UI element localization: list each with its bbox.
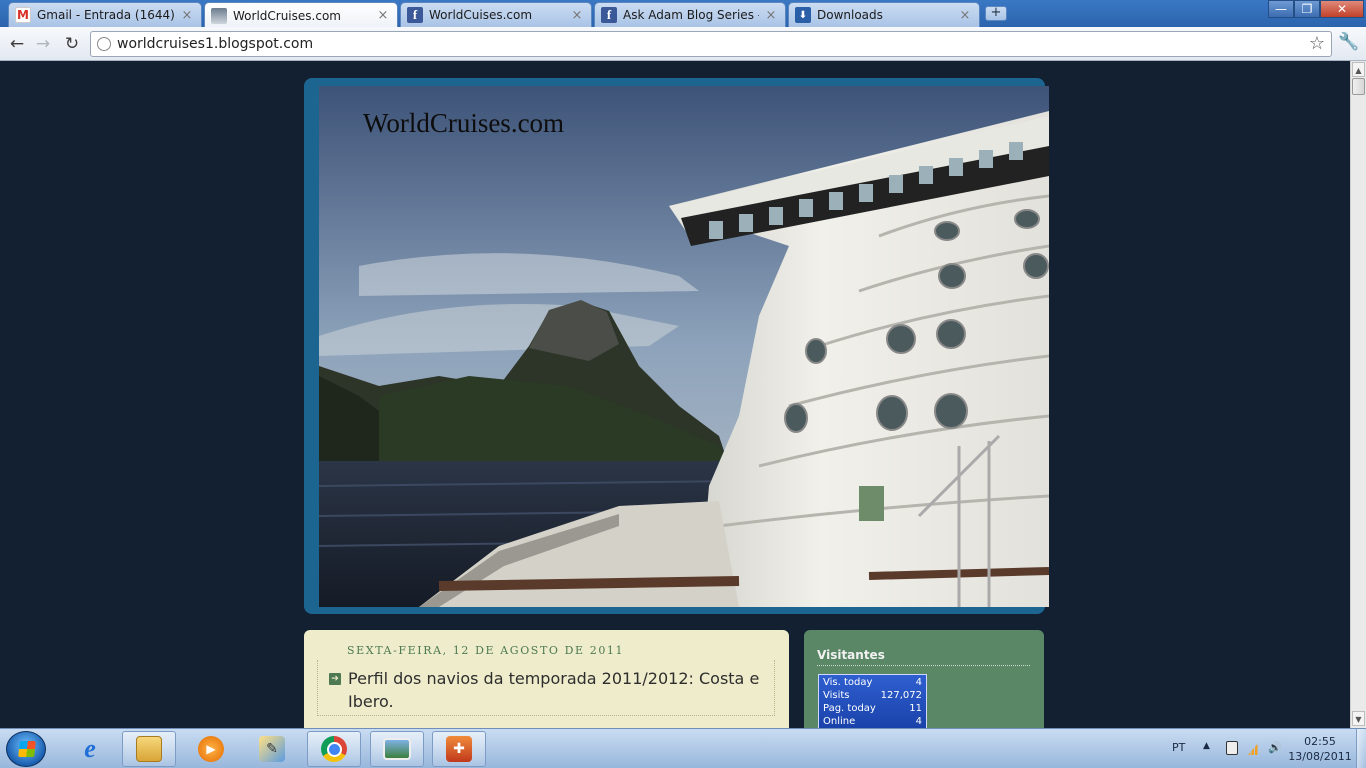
counter-label: Vis. today bbox=[823, 677, 873, 688]
scroll-up-button[interactable]: ▲ bbox=[1352, 62, 1365, 77]
language-indicator[interactable]: PT bbox=[1172, 741, 1185, 768]
internet-explorer-icon: e bbox=[84, 734, 96, 763]
tab-facebook-ask-adam[interactable]: f Ask Adam Blog Series - Aug × bbox=[594, 2, 786, 27]
globe-icon bbox=[97, 37, 111, 51]
scrollbar-thumb[interactable] bbox=[1352, 78, 1365, 95]
triangle-up-icon: ▲ bbox=[1203, 741, 1210, 751]
tab-facebook-worldcuises[interactable]: f WorldCuises.com × bbox=[400, 2, 592, 27]
system-clock[interactable]: 02:55 13/08/2011 bbox=[1288, 734, 1352, 764]
tab-title: Ask Adam Blog Series - Aug bbox=[623, 8, 759, 22]
counter-row: Online 4 bbox=[823, 715, 922, 728]
sidebar-visitors-widget: Visitantes Vis. today 4 Visits 127,072 P… bbox=[804, 630, 1044, 728]
paint-icon: ✎ bbox=[259, 736, 285, 762]
wrench-icon: 🔧 bbox=[1338, 32, 1360, 52]
signal-strength-icon[interactable] bbox=[1248, 741, 1260, 755]
arrow-right-icon: → bbox=[35, 34, 51, 54]
facebook-icon: f bbox=[407, 7, 423, 23]
media-player-icon: ▶ bbox=[198, 736, 224, 762]
taskbar-paint[interactable]: ✎ bbox=[245, 731, 299, 767]
reload-icon: ↻ bbox=[64, 34, 80, 54]
counter-row: Visits 127,072 bbox=[823, 689, 922, 702]
tab-title: Downloads bbox=[817, 8, 883, 22]
counter-label: Visits bbox=[823, 690, 850, 701]
tab-close-icon[interactable]: × bbox=[181, 8, 193, 23]
start-button[interactable] bbox=[6, 731, 46, 767]
counter-row: Pag. today 11 bbox=[823, 702, 922, 715]
chrome-icon bbox=[321, 736, 347, 762]
taskbar-photo-viewer[interactable] bbox=[370, 731, 424, 767]
blog-title[interactable]: WorldCruises.com bbox=[363, 108, 564, 139]
counter-value: 127,072 bbox=[880, 690, 922, 701]
counter-value: 11 bbox=[909, 703, 922, 714]
show-desktop-button[interactable] bbox=[1356, 729, 1366, 768]
tab-close-icon[interactable]: × bbox=[377, 8, 389, 23]
post-title-container: ➔ Perfil dos navios da temporada 2011/20… bbox=[317, 660, 775, 716]
tab-downloads[interactable]: ⬇ Downloads × bbox=[788, 2, 980, 27]
bookmark-star-icon[interactable]: ☆ bbox=[1309, 33, 1325, 54]
tab-close-icon[interactable]: × bbox=[571, 8, 583, 23]
page-viewport: WorldCruises.com sexta-feira, 12 de agos… bbox=[0, 61, 1350, 728]
counter-label: Pag. today bbox=[823, 703, 876, 714]
tab-title: WorldCuises.com bbox=[429, 8, 533, 22]
facebook-icon: f bbox=[601, 7, 617, 23]
post-date: sexta-feira, 12 de agosto de 2011 bbox=[347, 644, 625, 657]
clock-date: 13/08/2011 bbox=[1288, 750, 1352, 763]
page-scrollbar[interactable]: ▲ ▼ bbox=[1350, 61, 1366, 728]
browser-toolbar: ← → ↻ worldcruises1.blogspot.com ☆ 🔧 bbox=[0, 27, 1366, 61]
windows-taskbar: e ▶ ✎ ✚ PT ▲ 🔊 02:55 13/08/2011 bbox=[0, 728, 1366, 768]
tab-title: Gmail - Entrada (1644) - dar bbox=[37, 8, 175, 22]
blog-post: sexta-feira, 12 de agosto de 2011 ➔ Perf… bbox=[304, 630, 789, 728]
post-title-link[interactable]: Perfil dos navios da temporada 2011/2012… bbox=[348, 667, 768, 713]
counter-row: Vis. today 4 bbox=[823, 676, 922, 689]
ship-icon bbox=[211, 7, 227, 24]
taskbar-media-player[interactable]: ▶ bbox=[184, 731, 238, 767]
counter-label: Online bbox=[823, 716, 856, 727]
header-image: WorldCruises.com bbox=[319, 86, 1049, 607]
triangle-up-icon: ▲ bbox=[1355, 66, 1362, 75]
counter-value: 4 bbox=[915, 716, 922, 727]
arrow-left-icon: ← bbox=[9, 34, 25, 54]
gmail-icon: M bbox=[15, 7, 31, 23]
scroll-down-button[interactable]: ▼ bbox=[1352, 711, 1365, 726]
reload-button[interactable]: ↻ bbox=[61, 33, 83, 55]
folder-icon bbox=[136, 736, 162, 762]
taskbar-internet-explorer[interactable]: e bbox=[63, 731, 117, 767]
clock-time: 02:55 bbox=[1304, 735, 1336, 748]
show-hidden-icons-button[interactable]: ▲ bbox=[1203, 741, 1210, 768]
tab-worldcruises[interactable]: WorldCruises.com × bbox=[204, 2, 398, 28]
battery-icon[interactable] bbox=[1226, 741, 1238, 755]
photo-viewer-icon bbox=[383, 738, 411, 760]
cruise-ship-photo bbox=[319, 86, 1049, 607]
minimize-button[interactable]: — bbox=[1268, 0, 1294, 18]
windows-logo-icon bbox=[18, 741, 36, 757]
visitor-counter[interactable]: Vis. today 4 Visits 127,072 Pag. today 1… bbox=[818, 674, 927, 728]
tab-strip: M Gmail - Entrada (1644) - dar × WorldCr… bbox=[0, 0, 1366, 28]
tab-gmail[interactable]: M Gmail - Entrada (1644) - dar × bbox=[8, 2, 202, 27]
download-icon: ⬇ bbox=[795, 7, 811, 23]
tab-title: WorldCruises.com bbox=[233, 8, 341, 23]
forward-button[interactable]: → bbox=[32, 33, 54, 55]
blog-header: WorldCruises.com bbox=[304, 78, 1049, 614]
back-button[interactable]: ← bbox=[6, 33, 28, 55]
speaker-icon[interactable]: 🔊 bbox=[1268, 741, 1282, 755]
widget-title: Visitantes bbox=[817, 648, 1030, 666]
triangle-down-icon: ▼ bbox=[1355, 715, 1362, 724]
taskbar-gift-app[interactable]: ✚ bbox=[432, 731, 486, 767]
wrench-menu-button[interactable]: 🔧 bbox=[1338, 32, 1360, 54]
arrow-right-icon: ➔ bbox=[329, 673, 341, 685]
maximize-button[interactable]: ❐ bbox=[1294, 0, 1320, 18]
url-text[interactable]: worldcruises1.blogspot.com bbox=[117, 36, 313, 52]
address-bar[interactable]: worldcruises1.blogspot.com ☆ bbox=[90, 31, 1332, 57]
taskbar-explorer[interactable] bbox=[122, 731, 176, 767]
gift-box-icon: ✚ bbox=[446, 736, 472, 762]
new-tab-button[interactable]: + bbox=[985, 6, 1007, 21]
taskbar-chrome[interactable] bbox=[307, 731, 361, 767]
tab-close-icon[interactable]: × bbox=[765, 8, 777, 23]
tab-close-icon[interactable]: × bbox=[959, 8, 971, 23]
close-window-button[interactable]: ✕ bbox=[1320, 0, 1364, 18]
counter-value: 4 bbox=[915, 677, 922, 688]
